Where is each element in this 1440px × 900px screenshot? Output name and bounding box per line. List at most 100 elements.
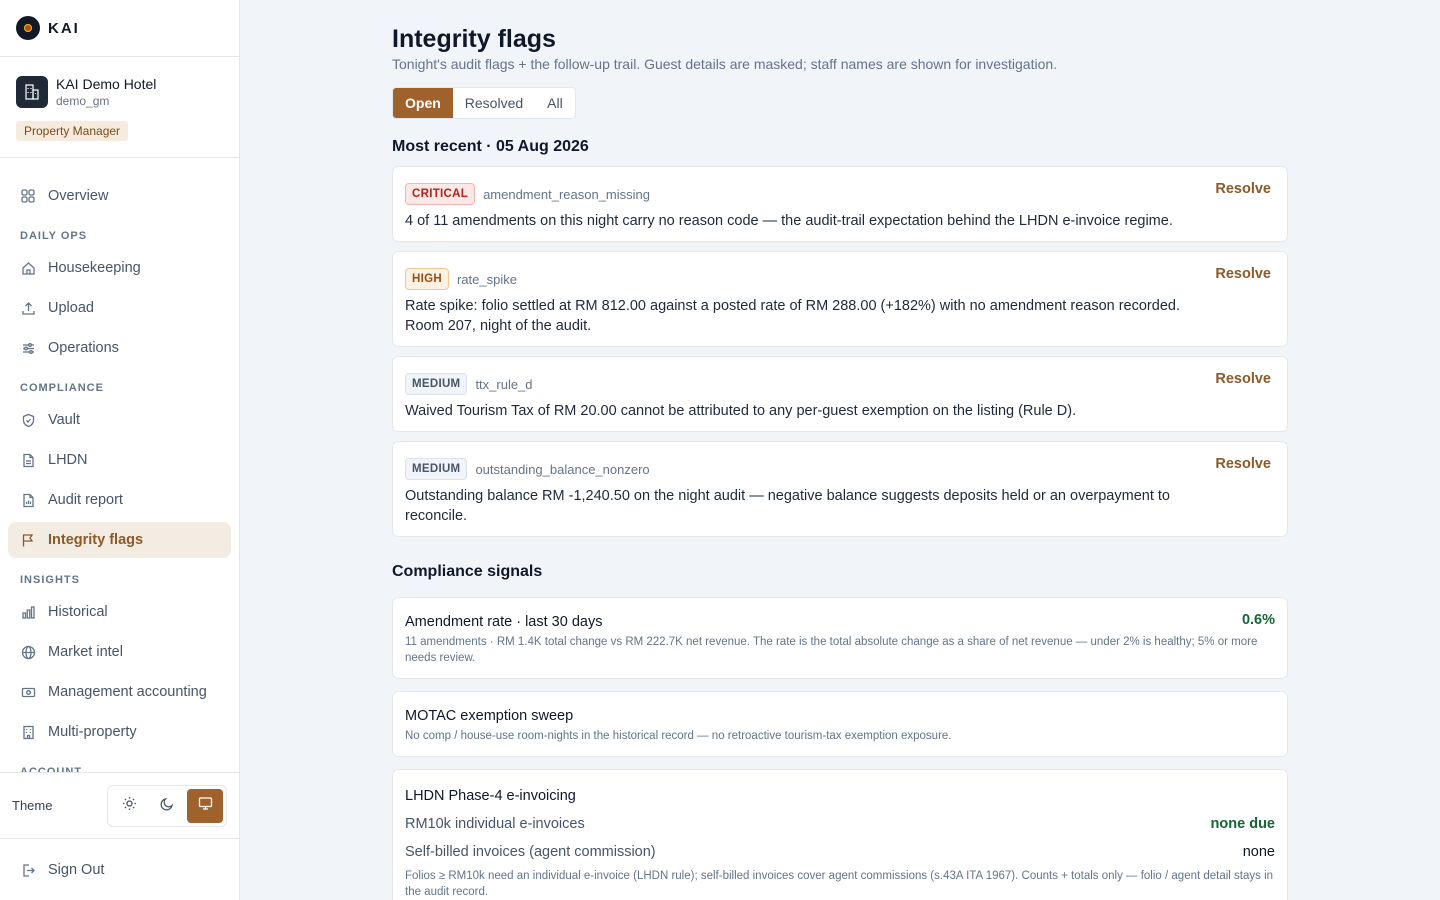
tab-all[interactable]: All [535,88,575,118]
severity-badge: HIGH [405,268,449,290]
row-value: none [1242,844,1275,860]
sidebar-item-upload[interactable]: Upload [8,290,231,326]
sun-icon [122,796,137,816]
status-filter-tabs: Open Resolved All [392,87,576,119]
banknote-icon [20,684,36,700]
row-label: Self-billed invoices (agent commission) [405,844,656,860]
sidebar-item-label: Integrity flags [48,532,144,548]
amendment-rate-value: 0.6% [1241,612,1275,628]
flag-card: MEDIUM ttx_rule_d Resolve Waived Tourism… [392,356,1288,432]
theme-label: Theme [12,798,53,813]
resolve-button[interactable]: Resolve [1215,266,1271,282]
sidebar-item-label: Management accounting [48,684,207,700]
einvoice-individual-row: RM10k individual e-invoices none due [405,814,1275,834]
flag-description: Outstanding balance RM -1,240.50 on the … [405,488,1170,524]
amendment-rate-card: Amendment rate · last 30 days 0.6% 11 am… [392,597,1288,679]
sign-out-icon [20,862,36,878]
building-icon [16,76,48,108]
recent-flags-title: Most recent · 05 Aug 2026 [392,138,589,155]
theme-light-button[interactable] [111,789,147,823]
sidebar-item-housekeeping[interactable]: Housekeeping [8,250,231,286]
sidebar-item-overview[interactable]: Overview [8,178,231,214]
role-badge: Property Manager [16,121,129,141]
flag-card: HIGH rate_spike Resolve Rate spike: foli… [392,251,1288,347]
page-title: Integrity flags [392,25,556,53]
lhdn-einvoicing-card: LHDN Phase-4 e-invoicing RM10k individua… [392,769,1288,900]
row-value: none due [1210,816,1275,832]
globe-icon [20,644,36,660]
sidebar-item-multi-property[interactable]: Multi-property [8,714,231,750]
flag-description: Rate spike: folio settled at RM 812.00 a… [405,298,1180,334]
sidebar-item-historical[interactable]: Historical [8,594,231,630]
resolve-button[interactable]: Resolve [1215,371,1271,387]
motac-sweep-card: MOTAC exemption sweep No comp / house-us… [392,691,1288,757]
shield-icon [20,412,36,428]
signal-title: Amendment rate · last 30 days [405,614,603,630]
nav-section-insights: INSIGHTS [20,574,80,586]
hotel-switcher: KAI Demo Hotel demo_gm Property Manager [0,57,239,158]
monitor-icon [198,796,213,816]
sign-out-label: Sign Out [48,862,105,878]
building-icon [20,724,36,740]
theme-system-button[interactable] [187,788,223,823]
tab-resolved[interactable]: Resolved [453,88,535,118]
tab-open[interactable]: Open [393,88,453,118]
nav-section-compliance: COMPLIANCE [20,382,104,394]
bar-chart-icon [20,604,36,620]
signal-title: MOTAC exemption sweep [405,708,574,724]
signal-note: Folios ≥ RM10k need an individual e-invo… [405,870,1274,898]
severity-badge: CRITICAL [405,183,476,205]
sidebar-item-market-intel[interactable]: Market intel [8,634,231,670]
grid-icon [20,188,36,204]
moon-icon [159,796,175,816]
resolve-button[interactable]: Resolve [1215,181,1271,197]
resolve-button[interactable]: Resolve [1215,456,1271,472]
sidebar-item-lhdn[interactable]: LHDN [8,442,231,478]
sidebar-item-label: Market intel [48,644,123,660]
sign-out-button[interactable]: Sign Out [8,852,231,888]
flag-card: MEDIUM outstanding_balance_nonzero Resol… [392,441,1288,537]
flag-card: CRITICAL amendment_reason_missing Resolv… [392,166,1288,242]
home-icon [20,260,36,276]
severity-badge: MEDIUM [405,373,468,395]
hotel-name: KAI Demo Hotel [56,76,157,92]
row-label: RM10k individual e-invoices [405,816,585,832]
upload-icon [20,300,36,316]
sidebar-item-label: LHDN [48,452,88,468]
sidebar-item-integrity-flags[interactable]: Integrity flags [8,522,231,558]
theme-dark-button[interactable] [149,789,185,823]
self-billed-row: Self-billed invoices (agent commission) … [405,842,1275,862]
flag-code: ttx_rule_d [475,376,533,392]
flag-description: Waived Tourism Tax of RM 20.00 cannot be… [405,403,1077,419]
sidebar-item-label: Overview [48,188,109,204]
theme-toggle-group [107,784,227,827]
kai-logo-icon [16,16,40,40]
hotel-username: demo_gm [56,94,110,108]
severity-badge: MEDIUM [405,458,468,480]
signal-note: 11 amendments · RM 1.4K total change vs … [405,636,1258,664]
sidebar-item-label: Audit report [48,492,123,508]
brand[interactable]: KAI [0,0,239,57]
compliance-signals-title: Compliance signals [392,563,543,580]
flag-description: 4 of 11 amendments on this night carry n… [405,213,1173,229]
sidebar-item-label: Multi-property [48,724,137,740]
theme-switcher: Theme [0,772,239,839]
main-content: Integrity flags Tonight's audit flags + … [392,0,1288,900]
sidebar-item-operations[interactable]: Operations [8,330,231,366]
flag-icon [20,532,36,548]
sidebar-item-label: Upload [48,300,94,316]
sidebar-item-label: Operations [48,340,119,356]
sidebar-item-vault[interactable]: Vault [8,402,231,438]
hotel-row[interactable]: KAI Demo Hotel demo_gm [16,75,223,109]
flag-code: rate_spike [456,271,517,287]
sidebar-item-management-accounting[interactable]: Management accounting [8,674,231,710]
sidebar-item-label: Vault [48,412,80,428]
flag-code: amendment_reason_missing [483,186,650,202]
sidebar-nav: Overview DAILY OPS Housekeeping Upload O… [0,158,239,772]
nav-section-daily-ops: DAILY OPS [20,230,88,242]
brand-name: KAI [48,19,80,37]
signal-title: LHDN Phase-4 e-invoicing [405,788,576,804]
signal-note: No comp / house-use room-nights in the h… [405,730,952,742]
sidebar-item-label: Housekeeping [48,260,141,276]
sidebar-item-audit-report[interactable]: Audit report [8,482,231,518]
